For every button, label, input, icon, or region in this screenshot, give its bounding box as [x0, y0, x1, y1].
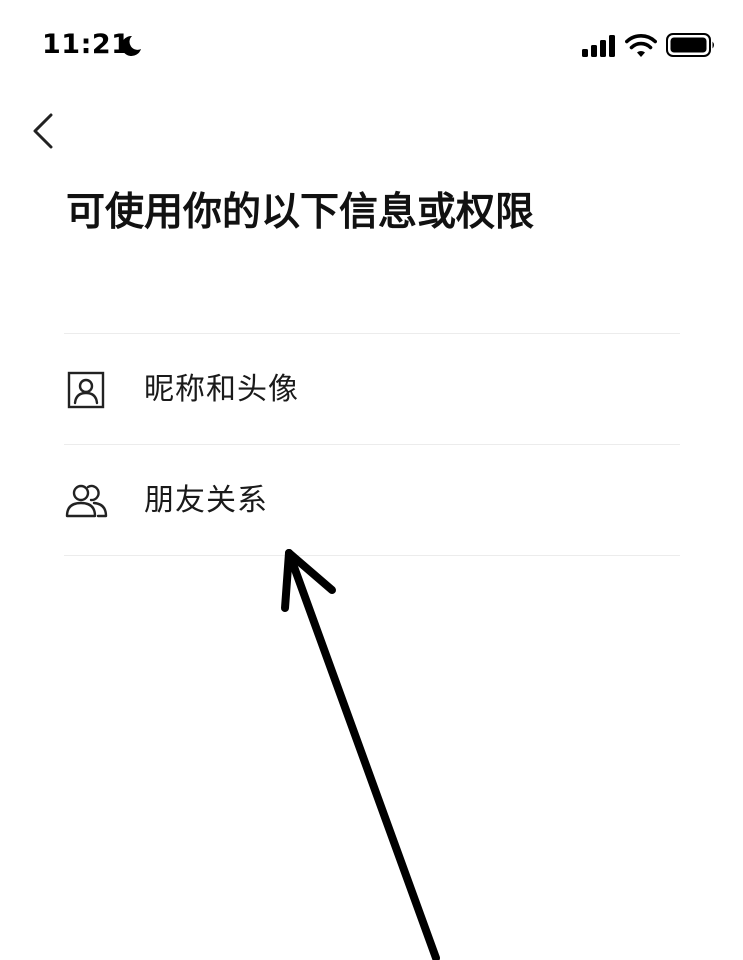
permission-list: 昵称和头像 朋友关系: [64, 333, 680, 556]
battery-icon: [666, 33, 714, 57]
wifi-icon: [625, 34, 657, 57]
two-people-icon: [65, 484, 108, 518]
back-button[interactable]: [22, 108, 66, 156]
moon-icon: [121, 35, 141, 56]
divider: [64, 555, 680, 556]
page-title: 可使用你的以下信息或权限: [66, 190, 535, 235]
permission-label-nickname-avatar: 昵称和头像: [144, 372, 299, 407]
status-bar: 11:21: [0, 0, 743, 80]
chevron-left-icon: [33, 113, 53, 149]
cellular-signal-icon: [582, 35, 615, 57]
permission-item-nickname-avatar[interactable]: 昵称和头像: [64, 334, 680, 444]
permission-item-friends[interactable]: 朋友关系: [64, 445, 680, 555]
id-card-person-icon: [67, 371, 105, 409]
permission-label-friends: 朋友关系: [144, 483, 268, 518]
